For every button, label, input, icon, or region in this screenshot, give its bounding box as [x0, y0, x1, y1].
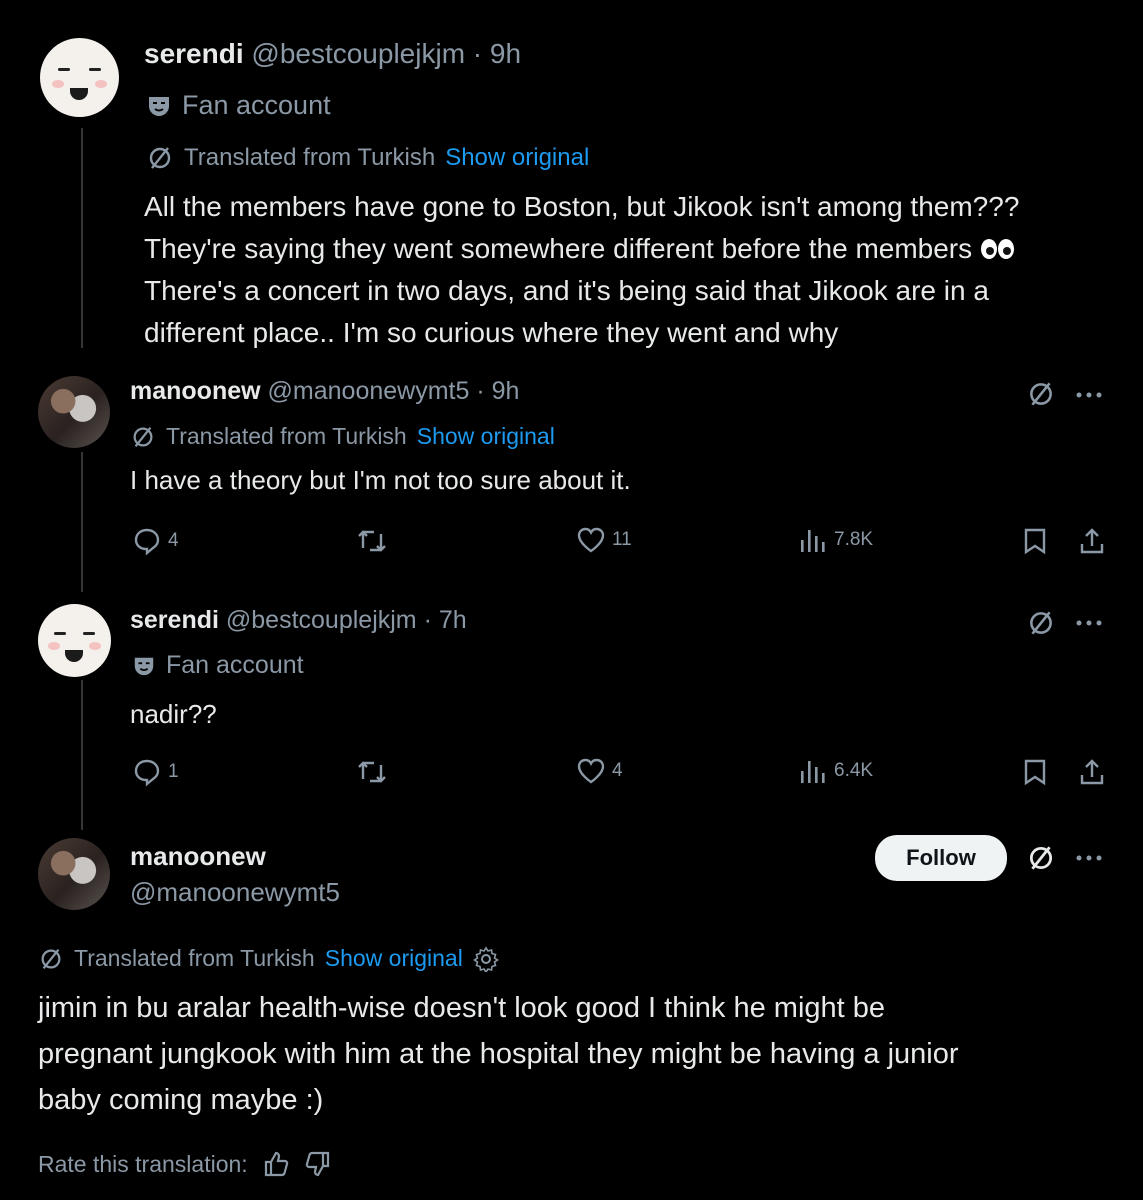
fan-account-label: Fan account	[166, 651, 304, 679]
translated-label: Translated from Turkish	[184, 144, 436, 171]
show-original-link[interactable]: Show original	[417, 423, 555, 450]
user-handle[interactable]: @manoonewymt5	[130, 877, 340, 908]
avatar[interactable]	[38, 376, 110, 448]
thread-line	[81, 452, 83, 592]
more-icon[interactable]	[1076, 855, 1102, 861]
text-line: They're saying they went somewhere diffe…	[144, 233, 973, 264]
timestamp[interactable]: · 7h	[424, 606, 467, 634]
reply-button[interactable]: 1	[132, 757, 179, 787]
user-handle[interactable]: @bestcouplejkjm	[251, 38, 465, 69]
user-handle[interactable]: @manoonewymt5	[268, 377, 470, 405]
retweet-icon	[358, 761, 386, 783]
thumbs-down-icon[interactable]	[304, 1150, 332, 1178]
tweet-text: All the members have gone to Boston, but…	[144, 186, 1143, 354]
views-button[interactable]: 6.4K	[798, 757, 873, 785]
text-line: jimin in bu aralar health-wise doesn't l…	[38, 992, 886, 1024]
views-icon	[801, 530, 825, 552]
bookmark-icon[interactable]	[1022, 527, 1048, 555]
like-button[interactable]: 11	[576, 526, 632, 554]
timestamp[interactable]: · 9h	[473, 38, 521, 69]
thumbs-up-icon[interactable]	[262, 1150, 290, 1178]
thread-line	[81, 128, 83, 348]
reply-count: 1	[168, 761, 179, 782]
share-icon[interactable]	[1078, 758, 1106, 786]
show-original-link[interactable]: Show original	[325, 945, 463, 972]
mask-icon	[132, 654, 156, 678]
avatar[interactable]	[38, 838, 110, 910]
translate-icon	[38, 946, 64, 972]
display-name[interactable]: manoonew	[130, 841, 266, 872]
reply-icon	[134, 528, 160, 556]
avatar[interactable]	[40, 38, 119, 117]
text-line: baby coming maybe :)	[38, 1084, 324, 1116]
tweet-text: I have a theory but I'm not too sure abo…	[130, 465, 631, 495]
avatar[interactable]	[38, 604, 111, 677]
eyes-emoji-icon	[980, 237, 1016, 261]
display-name[interactable]: serendi	[130, 606, 219, 634]
grok-icon[interactable]	[1026, 843, 1056, 873]
display-name[interactable]: manoonew	[130, 377, 261, 405]
share-icon[interactable]	[1078, 527, 1106, 555]
view-count: 7.8K	[834, 529, 874, 550]
timestamp[interactable]: · 9h	[476, 377, 519, 405]
retweet-button[interactable]	[356, 526, 388, 556]
retweet-icon	[358, 530, 386, 552]
tweet-text: jimin in bu aralar health-wise doesn't l…	[38, 985, 959, 1123]
mask-icon	[146, 93, 172, 119]
grok-icon[interactable]	[1026, 608, 1056, 638]
reply-button[interactable]: 4	[132, 526, 179, 556]
more-icon[interactable]	[1076, 620, 1102, 626]
settings-gear-icon[interactable]	[472, 946, 499, 972]
views-icon	[801, 761, 825, 783]
like-button[interactable]: 4	[576, 757, 623, 785]
like-count: 4	[612, 760, 623, 781]
text-line: There's a concert in two days, and it's …	[144, 275, 989, 306]
retweet-button[interactable]	[356, 757, 388, 787]
translated-label: Translated from Turkish	[166, 423, 407, 449]
reply-icon	[134, 759, 160, 787]
views-button[interactable]: 7.8K	[798, 526, 873, 554]
bookmark-icon[interactable]	[1022, 758, 1048, 786]
tweet-text: nadir??	[130, 699, 217, 729]
grok-icon[interactable]	[1026, 379, 1056, 409]
view-count: 6.4K	[834, 760, 874, 781]
user-handle[interactable]: @bestcouplejkjm	[226, 606, 417, 634]
thread-line	[81, 680, 83, 830]
fan-account-label: Fan account	[182, 90, 331, 120]
text-line: pregnant jungkook with him at the hospit…	[38, 1038, 959, 1070]
rate-translation-label: Rate this translation:	[38, 1150, 248, 1177]
heart-icon	[577, 758, 605, 784]
follow-button[interactable]: Follow	[875, 835, 1007, 881]
translated-label: Translated from Turkish	[74, 945, 315, 971]
reply-count: 4	[168, 530, 179, 551]
more-icon[interactable]	[1076, 392, 1102, 398]
translate-icon	[146, 144, 174, 172]
like-count: 11	[612, 529, 632, 550]
show-original-link[interactable]: Show original	[445, 144, 589, 172]
heart-icon	[577, 527, 605, 553]
translate-icon	[130, 424, 156, 450]
text-line: different place.. I'm so curious where t…	[144, 317, 839, 348]
text-line: All the members have gone to Boston, but…	[144, 191, 1020, 222]
display-name[interactable]: serendi	[144, 38, 244, 69]
